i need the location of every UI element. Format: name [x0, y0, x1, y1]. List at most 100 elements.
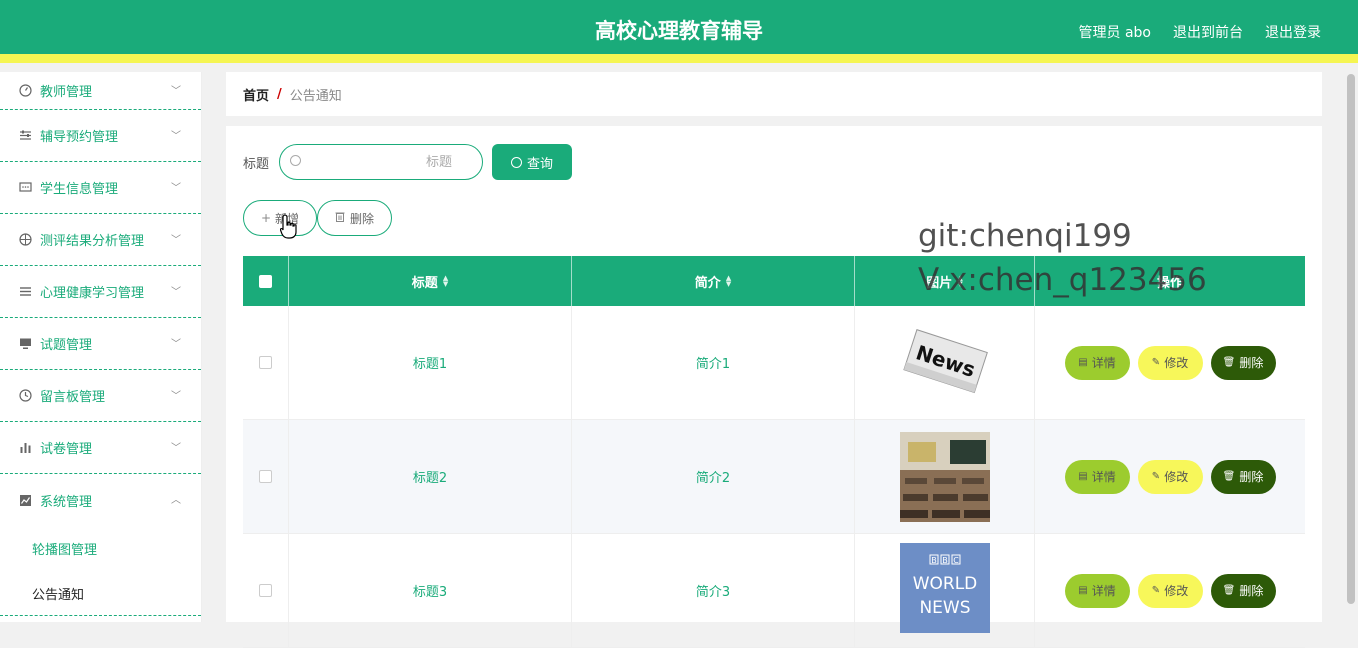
sort-icon[interactable]: ▲ ▼ — [957, 275, 962, 288]
detail-label: 详情 — [1091, 584, 1116, 598]
file-icon: ▤ — [1078, 585, 1088, 596]
classroom-thumbnail — [899, 431, 990, 522]
row-select-cell — [243, 420, 289, 533]
detail-button[interactable]: ▤ 详情 — [1064, 573, 1130, 608]
sidebar-item-assessment[interactable]: 测评结果分析管理 ﹀ — [0, 214, 201, 266]
detail-button[interactable]: ▤ 详情 — [1064, 459, 1130, 494]
chevron-down-icon: ﹀ — [171, 390, 181, 402]
sidebar-item-questions[interactable]: 试题管理 ﹀ — [0, 318, 201, 370]
sidebar-subitem-carousel[interactable]: 轮播图管理 — [0, 526, 201, 571]
chevron-down-icon: ﹀ — [171, 442, 181, 454]
column-header-image[interactable]: 图片 ▲ ▼ — [855, 256, 1035, 306]
sidebar-item-label: 系统管理 — [40, 494, 93, 510]
row-checkbox[interactable] — [259, 470, 272, 483]
sidebar-item-system[interactable]: 系统管理 ︿ — [0, 474, 201, 526]
header-links: 管理员 abo 退出到前台 退出登录 — [1079, 0, 1321, 63]
column-header-title[interactable]: 标题 ▲ ▼ — [289, 256, 572, 306]
search-icon — [511, 156, 522, 168]
sidebar-item-teachers[interactable]: 教师管理 ﹀ — [0, 72, 201, 110]
sidebar-item-messages[interactable]: 留言板管理 ﹀ — [0, 370, 201, 422]
detail-button[interactable]: ▤ 详情 — [1064, 345, 1130, 380]
delete-button[interactable]: 🗑 删除 — [1210, 345, 1276, 380]
title-cell: 标题3 — [289, 534, 572, 647]
delete-label: 删除 — [1239, 584, 1264, 598]
action-row: + 新增 删除 — [243, 200, 392, 236]
edit-label: 修改 — [1164, 584, 1189, 598]
column-header-label: 标题 — [411, 275, 438, 291]
delete-button[interactable]: 🗑 删除 — [1210, 573, 1276, 608]
search-row: 标题 查询 — [243, 144, 573, 180]
to-front-link[interactable]: 退出到前台 — [1173, 22, 1243, 42]
pencil-icon: ✎ — [1151, 471, 1161, 482]
page-scrollbar[interactable] — [1344, 72, 1358, 622]
image-cell: B B C WORLD NEWS — [855, 534, 1035, 647]
sidebar-item-learning[interactable]: 心理健康学习管理 ﹀ — [0, 266, 201, 318]
breadcrumb-current: 公告通知 — [289, 88, 342, 104]
search-icon — [290, 155, 302, 166]
row-checkbox[interactable] — [259, 356, 272, 369]
row-checkbox[interactable] — [259, 584, 272, 597]
hand-cursor-icon — [280, 214, 297, 239]
chevron-down-icon: ﹀ — [171, 286, 181, 298]
chat-icon — [18, 181, 32, 195]
edit-button[interactable]: ✎ 修改 — [1137, 573, 1203, 608]
sidebar-subitem-label: 公告通知 — [32, 587, 85, 603]
sidebar-item-label: 测评结果分析管理 — [40, 234, 145, 249]
sidebar-item-appointments[interactable]: 辅导预约管理 ﹀ — [0, 110, 201, 162]
column-header-label: 图片 — [926, 275, 953, 291]
trash-icon — [335, 211, 345, 225]
admin-user-link[interactable]: 管理员 abo — [1079, 22, 1151, 42]
chevron-down-icon: ﹀ — [171, 234, 181, 246]
detail-label: 详情 — [1091, 356, 1116, 370]
trash-icon: 🗑 — [1222, 585, 1236, 596]
select-all-checkbox[interactable] — [259, 274, 272, 288]
query-button-label: 查询 — [527, 156, 554, 172]
search-input[interactable] — [308, 145, 479, 179]
sort-icon[interactable]: ▲ ▼ — [726, 275, 731, 288]
search-label: 标题 — [243, 156, 270, 172]
target-icon — [18, 233, 32, 247]
row-select-cell — [243, 306, 289, 419]
trash-icon: 🗑 — [1222, 357, 1236, 368]
scrollbar-thumb[interactable] — [1347, 74, 1355, 604]
column-header-label: 简介 — [694, 275, 721, 291]
intro-cell: 简介3 — [572, 534, 855, 647]
breadcrumb-home[interactable]: 首页 — [243, 85, 269, 104]
intro-cell: 简介1 — [572, 306, 855, 419]
title-cell: 标题1 — [289, 306, 572, 419]
chevron-up-icon: ︿ — [171, 495, 181, 506]
bbc-world-news-thumbnail: B B C WORLD NEWS — [899, 543, 990, 633]
row-select-cell — [243, 534, 289, 647]
sidebar-subitem-label: 轮播图管理 — [32, 543, 98, 558]
batch-delete-button[interactable]: 删除 — [317, 200, 392, 236]
edit-label: 修改 — [1164, 356, 1189, 370]
sidebar-item-papers[interactable]: 试卷管理 ﹀ — [0, 422, 201, 474]
sidebar-subitem-notices[interactable]: 公告通知 — [0, 571, 201, 616]
table-row: 标题2 简介2 ▤ 详情 ✎ 修改 🗑 删除 — [243, 420, 1305, 534]
query-button[interactable]: 查询 — [492, 144, 573, 180]
edit-button[interactable]: ✎ 修改 — [1137, 345, 1203, 380]
gauge-icon — [18, 84, 32, 98]
list-icon — [18, 285, 32, 299]
sort-icon[interactable]: ▲ ▼ — [443, 275, 448, 288]
table-header: 标题 ▲ ▼ 简介 ▲ ▼ 图片 ▲ ▼ 操作 — [243, 256, 1305, 306]
table-row: 标题3 简介3 B B C WORLD NEWS ▤ 详情 ✎ 修改 🗑 删除 — [243, 534, 1305, 648]
image-cell — [855, 420, 1035, 533]
chevron-down-icon: ﹀ — [171, 338, 181, 350]
sidebar-item-students[interactable]: 学生信息管理 ﹀ — [0, 162, 201, 214]
sliders-icon — [18, 129, 32, 143]
edit-button[interactable]: ✎ 修改 — [1137, 459, 1203, 494]
sidebar: 教师管理 ﹀ 辅导预约管理 ﹀ 学生信息管理 ﹀ 测评结果分析管理 ﹀ 心理健康… — [0, 72, 202, 622]
sidebar-item-label: 试卷管理 — [40, 442, 93, 457]
notices-table: 标题 ▲ ▼ 简介 ▲ ▼ 图片 ▲ ▼ 操作 标题1 简介1 News ▤ 详… — [243, 256, 1305, 648]
main-panel: 标题 查询 + 新增 删除 标题 ▲▼ — [226, 126, 1322, 648]
top-header: 高校心理教育辅导 管理员 abo 退出到前台 退出登录 — [0, 0, 1358, 63]
svg-text:B: B — [931, 556, 937, 565]
pencil-icon: ✎ — [1151, 585, 1161, 596]
logout-link[interactable]: 退出登录 — [1265, 22, 1321, 42]
column-header-label: 操作 — [1156, 275, 1183, 291]
pencil-icon: ✎ — [1151, 357, 1161, 368]
column-header-intro[interactable]: 简介 ▲ ▼ — [572, 256, 855, 306]
delete-button[interactable]: 🗑 删除 — [1210, 459, 1276, 494]
file-icon: ▤ — [1078, 471, 1088, 482]
